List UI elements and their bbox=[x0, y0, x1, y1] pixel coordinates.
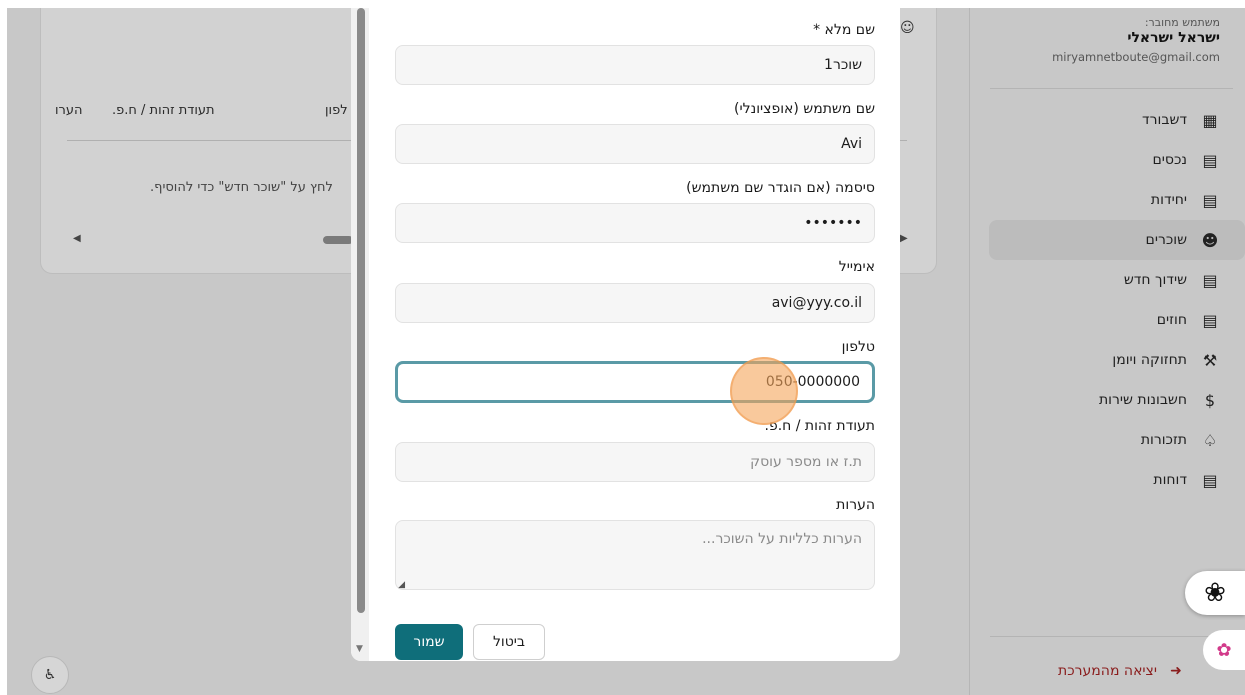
logout-label: יציאה מהמערכת bbox=[1058, 663, 1157, 679]
phone-label: טלפון bbox=[841, 339, 875, 355]
id-label: תעודת זהות / ח.פ. bbox=[764, 418, 876, 434]
users-icon: ☻ bbox=[1201, 230, 1219, 250]
sidebar-item-utility-bills[interactable]: $ חשבונות שירות bbox=[969, 380, 1245, 420]
document-icon: ▤ bbox=[1202, 270, 1218, 290]
user-info: משתמש מחובר: ישראל ישראלי miryamnetboute… bbox=[1052, 16, 1220, 64]
grid-icon: ▦ bbox=[1202, 110, 1218, 130]
table-horizontal-scrollbar[interactable] bbox=[323, 236, 353, 244]
accessibility-icon[interactable]: ♿ bbox=[31, 656, 69, 694]
form-actions: שמור ביטול bbox=[395, 624, 545, 660]
sidebar-item-label: יחידות bbox=[1150, 192, 1187, 208]
dollar-icon: $ bbox=[1204, 390, 1216, 410]
sidebar-item-label: דשבורד bbox=[1141, 112, 1187, 128]
building-icon: ▤ bbox=[1202, 190, 1218, 210]
user-caption: משתמש מחובר: bbox=[1144, 16, 1220, 29]
username-label: שם משתמש (אופציונלי) bbox=[734, 101, 875, 117]
resize-grip-icon[interactable]: ◢ bbox=[398, 580, 405, 590]
sidebar-item-maintenance[interactable]: ⚒ תחזוקה ויומן bbox=[969, 340, 1245, 380]
sidebar-item-label: תחזוקה ויומן bbox=[1112, 352, 1187, 368]
table-header-notes: הערו bbox=[55, 103, 83, 118]
sidebar-item-label: שוכרים bbox=[1145, 232, 1187, 248]
full-name-label: שם מלא * bbox=[813, 22, 875, 38]
sidebar-nav: ▦ דשבורד ▤ נכסים ▤ יחידות ☻ שוכרים ▤ שיד… bbox=[969, 100, 1245, 500]
notes-field[interactable] bbox=[395, 520, 875, 590]
document-icon: ▤ bbox=[1202, 310, 1218, 330]
sidebar-item-label: חשבונות שירות bbox=[1098, 392, 1187, 408]
app-viewport: ☺ הערו תעודת זהות / ח.פ. לפון לחץ על "שו… bbox=[7, 8, 1245, 695]
user-email: miryamnetboute@gmail.com bbox=[1052, 50, 1220, 64]
sidebar-divider bbox=[990, 88, 1233, 89]
sidebar-item-dashboard[interactable]: ▦ דשבורד bbox=[969, 100, 1245, 140]
table-header-phone: לפון bbox=[325, 103, 348, 118]
user-icon: ☺ bbox=[900, 20, 915, 36]
bell-icon: ♤ bbox=[1202, 430, 1218, 450]
full-name-field[interactable] bbox=[395, 45, 875, 85]
sidebar-item-properties[interactable]: ▤ נכסים bbox=[969, 140, 1245, 180]
building-icon: ▤ bbox=[1202, 150, 1218, 170]
sidebar-item-tenants[interactable]: ☻ שוכרים bbox=[989, 220, 1245, 260]
sidebar-item-reminders[interactable]: ♤ תזכורות bbox=[969, 420, 1245, 460]
password-label: סיסמה (אם הוגדר שם משתמש) bbox=[686, 180, 875, 196]
logout-button[interactable]: ➜ יציאה מהמערכת bbox=[1058, 663, 1187, 679]
cancel-button[interactable]: ביטול bbox=[473, 624, 545, 660]
sidebar-item-label: דוחות bbox=[1153, 472, 1187, 488]
sidebar-item-label: שידוך חדש bbox=[1123, 272, 1187, 288]
tenant-form-modal: ▼ שם מלא * שם משתמש (אופציונלי) סיסמה (א… bbox=[351, 8, 900, 661]
brain-icon[interactable]: ✿ bbox=[1203, 630, 1245, 670]
scroll-right-arrow-icon[interactable]: ▶ bbox=[900, 233, 908, 244]
sidebar-item-label: תזכורות bbox=[1140, 432, 1187, 448]
logout-icon: ➜ bbox=[1170, 663, 1182, 679]
sidebar-item-reports[interactable]: ▤ דוחות bbox=[969, 460, 1245, 500]
user-name: ישראל ישראלי bbox=[1127, 30, 1220, 46]
modal-scrollbar-thumb[interactable] bbox=[357, 8, 365, 613]
table-header-id: תעודת זהות / ח.פ. bbox=[112, 103, 215, 118]
phone-field[interactable] bbox=[395, 361, 875, 403]
wrench-icon: ⚒ bbox=[1202, 350, 1218, 370]
scroll-down-arrow-icon[interactable]: ▼ bbox=[356, 644, 363, 654]
sidebar-item-new-match[interactable]: ▤ שידוך חדש bbox=[969, 260, 1245, 300]
notes-label: הערות bbox=[836, 497, 875, 513]
sidebar-divider-bottom bbox=[990, 636, 1233, 637]
sidebar-item-contracts[interactable]: ▤ חוזים bbox=[969, 300, 1245, 340]
email-label: אימייל bbox=[838, 259, 875, 275]
id-field[interactable] bbox=[395, 442, 875, 482]
scroll-left-arrow-icon[interactable]: ◀ bbox=[73, 233, 81, 244]
report-icon: ▤ bbox=[1202, 470, 1218, 490]
save-button[interactable]: שמור bbox=[395, 624, 463, 660]
ai-assistant-icon[interactable]: ❀ bbox=[1185, 571, 1245, 615]
email-field[interactable] bbox=[395, 283, 875, 323]
username-field[interactable] bbox=[395, 124, 875, 164]
password-field[interactable] bbox=[395, 203, 875, 243]
sidebar-item-label: חוזים bbox=[1156, 312, 1187, 328]
sidebar-item-units[interactable]: ▤ יחידות bbox=[969, 180, 1245, 220]
sidebar-item-label: נכסים bbox=[1152, 152, 1187, 168]
empty-table-message: לחץ על "שוכר חדש" כדי להוסיף. bbox=[150, 180, 333, 195]
